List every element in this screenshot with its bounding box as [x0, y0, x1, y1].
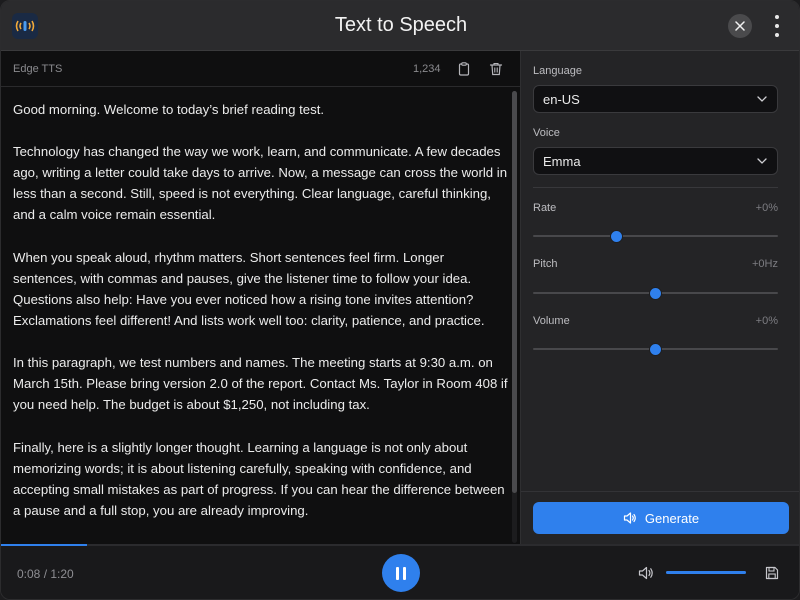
title-bar: Text to Speech — [1, 1, 799, 51]
voice-select[interactable]: Emma — [533, 147, 778, 175]
character-count: 1,234 — [413, 63, 441, 75]
dot — [775, 33, 779, 37]
editor-header: Edge TTS 1,234 — [1, 51, 520, 87]
player-bar: 0:08 / 1:20 — [1, 546, 799, 599]
scrollbar-thumb[interactable] — [512, 91, 517, 493]
clipboard-icon — [458, 62, 470, 76]
chevron-down-icon — [757, 158, 767, 164]
window-title: Text to Speech — [334, 14, 468, 36]
volume-slider[interactable] — [533, 343, 778, 356]
save-icon[interactable] — [764, 565, 780, 581]
chevron-down-icon — [757, 96, 767, 102]
pause-button[interactable] — [382, 554, 420, 592]
settings-panel: Language en-US Voice Emma Rate +0% Pitch… — [521, 51, 799, 545]
trash-icon — [489, 62, 503, 76]
speaker-icon — [623, 512, 636, 524]
text-input-area[interactable]: Good morning. Welcome to today’s brief r… — [13, 99, 508, 545]
pause-icon — [396, 566, 399, 580]
paragraph: Good morning. Welcome to today’s brief r… — [13, 102, 325, 117]
dot — [775, 24, 779, 28]
slider-thumb[interactable] — [649, 287, 662, 300]
paragraph: When you speak aloud, rhythm matters. Sh… — [13, 249, 485, 328]
generate-area: Generate — [521, 491, 799, 545]
voice-value: Emma — [543, 154, 581, 169]
editor-scrollbar[interactable] — [512, 91, 517, 543]
generate-button[interactable]: Generate — [533, 502, 789, 534]
pitch-label: Pitch — [533, 258, 558, 270]
language-label: Language — [533, 65, 582, 77]
pitch-slider[interactable] — [533, 287, 778, 300]
pitch-value: +0Hz — [752, 258, 778, 270]
settings-divider — [533, 187, 778, 188]
volume-icon[interactable] — [638, 565, 654, 581]
language-select[interactable]: en-US — [533, 85, 778, 113]
engine-label: Edge TTS — [13, 63, 63, 75]
rate-value: +0% — [755, 202, 778, 214]
dot — [775, 15, 779, 19]
paragraph: In this paragraph, we test numbers and n… — [13, 355, 508, 413]
voice-label: Voice — [533, 127, 560, 139]
more-options-button[interactable] — [769, 13, 785, 39]
pause-icon — [403, 566, 406, 580]
player-volume-slider[interactable] — [666, 571, 746, 574]
close-button[interactable] — [728, 14, 752, 38]
player-volume-fill — [666, 571, 746, 574]
paragraph: Finally, here is a slightly longer thoug… — [13, 439, 505, 518]
slider-thumb[interactable] — [649, 343, 662, 356]
text-editor-panel: Edge TTS 1,234 Good morning. Welcome to … — [1, 51, 521, 545]
current-time: 0:08 — [17, 567, 41, 581]
close-icon — [735, 21, 745, 31]
rate-label: Rate — [533, 202, 557, 214]
generate-label: Generate — [644, 510, 700, 526]
app-window: Text to Speech Edge TTS 1,234 Good morni… — [0, 0, 800, 600]
slider-track — [533, 235, 778, 237]
paragraph: Technology has changed the way we work, … — [13, 144, 508, 223]
delete-button[interactable] — [487, 60, 505, 78]
volume-label: Volume — [533, 315, 570, 327]
language-value: en-US — [543, 92, 580, 107]
slider-thumb[interactable] — [609, 230, 623, 243]
volume-value: +0% — [755, 315, 778, 327]
rate-slider[interactable] — [533, 230, 778, 243]
total-time: 1:20 — [50, 567, 74, 581]
copy-button[interactable] — [455, 60, 473, 78]
playback-time: 0:08 / 1:20 — [17, 567, 74, 581]
